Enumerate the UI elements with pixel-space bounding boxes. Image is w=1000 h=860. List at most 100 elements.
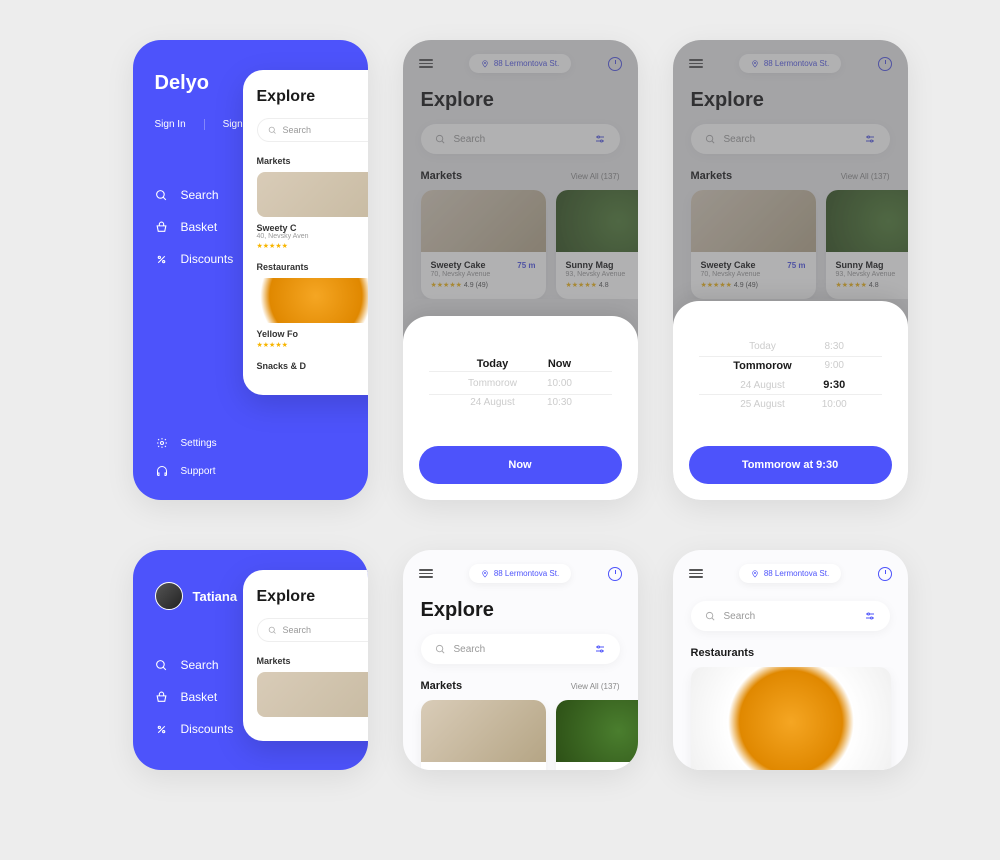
confirm-time-button[interactable]: Tommorow at 9:30 [689,446,892,484]
search-input[interactable]: Search [691,601,890,631]
pin-icon [751,60,759,68]
location-pill[interactable]: 88 Lermontova St. [739,564,841,583]
picker-time-option[interactable]: 10:00 [822,399,847,410]
view-all-link[interactable]: View All (137) [571,172,620,181]
discount-icon [155,722,169,736]
market-image [556,190,638,252]
search-input[interactable]: Search [421,124,620,154]
search-input[interactable]: Search [691,124,890,154]
search-icon [435,644,446,655]
time-picker[interactable]: Today Tommorow 24 August 25 August 8:30 … [689,323,892,428]
peek-search[interactable]: Search [257,618,368,642]
picker-day-option[interactable]: 25 August [733,399,791,410]
confirm-time-button[interactable]: Now [419,446,622,484]
section-markets: Markets [421,170,463,182]
restaurant-card[interactable]: Yellow Food25 m 57, Nevsky Avenue [691,667,891,770]
filter-icon[interactable] [594,643,606,655]
picker-time-option[interactable]: 9:00 [822,360,847,371]
page-title: Explore [673,87,908,124]
signin-link[interactable]: Sign In [155,119,186,130]
market-card[interactable]: Sweety Cake75 m [421,700,546,770]
filter-icon[interactable] [594,133,606,145]
market-card[interactable]: Sunny Mag 93, Nevsky Avenue ★★★★★4.8 [826,190,908,299]
nav-support[interactable]: Support [155,464,346,478]
restaurant-image [691,667,891,770]
market-card[interactable]: Sunny Mag [556,700,638,770]
rating-stars: ★★★★★4.9 (49) [431,281,536,289]
picker-day-option[interactable]: Today [733,341,791,352]
picker-time-option[interactable]: 9:30 [822,379,847,391]
restaurant-thumb [257,278,368,323]
clock-icon[interactable] [878,57,892,71]
clock-icon[interactable] [608,567,622,581]
picker-time-option[interactable]: Now [547,358,572,370]
location-pill[interactable]: 88 Lermontova St. [469,54,571,73]
section-restaurants: Restaurants [691,647,755,659]
page-title: Explore [403,87,638,124]
rating-stars: ★★★★★4.8 [836,281,908,289]
pin-icon [481,60,489,68]
view-all-link[interactable]: View All (137) [841,172,890,181]
pin-icon [481,570,489,578]
picker-day-option[interactable]: Today [468,358,517,370]
screen-sidebar-signedin: Tatiana Search Basket Discounts [133,550,368,770]
search-icon [155,188,169,202]
search-icon [435,134,446,145]
rating-stars: ★★★★★ [257,341,368,349]
section-markets: Markets [691,170,733,182]
menu-icon[interactable] [419,59,433,68]
menu-icon[interactable] [419,569,433,578]
support-icon [155,464,169,478]
market-card[interactable]: Sweety Cake75 m 70, Nevsky Avenue ★★★★★4… [421,190,546,299]
rating-stars: ★★★★★4.9 (49) [701,281,806,289]
screen-explore: 88 Lermontova St. Explore Search Markets… [403,550,638,770]
view-all-link[interactable]: View All (137) [571,682,620,691]
nav-settings[interactable]: Settings [155,436,346,450]
menu-icon[interactable] [689,59,703,68]
rating-stars: ★★★★★4.8 [566,281,638,289]
search-icon [705,611,716,622]
picker-day-option[interactable]: Tommorow [468,378,517,389]
picker-time-option[interactable]: 10:00 [547,378,572,389]
picker-day-option[interactable]: 24 August [733,380,791,391]
market-thumb [257,672,368,717]
rating-stars: ★★★★★ [257,242,368,250]
pin-icon [751,570,759,578]
time-picker-sheet: Today Tommorow 24 August 25 August 8:30 … [673,301,908,500]
avatar [155,582,183,610]
picker-day-option[interactable]: Tommorow [733,360,791,372]
picker-day-option[interactable]: 24 August [468,397,517,408]
clock-icon[interactable] [608,57,622,71]
clock-icon[interactable] [878,567,892,581]
picker-time-option[interactable]: 8:30 [822,341,847,352]
market-image [826,190,908,252]
time-picker[interactable]: Today Tommorow 24 August Now 10:00 10:30 [419,338,622,428]
picker-time-option[interactable]: 10:30 [547,397,572,408]
search-icon [705,134,716,145]
market-image [556,700,638,762]
market-image [421,190,546,252]
market-thumb [257,172,368,217]
search-input[interactable]: Search [421,634,620,664]
time-picker-sheet: Today Tommorow 24 August Now 10:00 10:30… [403,316,638,500]
screen-explore-picker-now: 88 Lermontova St. Explore Search Markets… [403,40,638,500]
search-icon [155,658,169,672]
screen-sidebar-signedout: Delyo Sign In Sign Up Search Basket [133,40,368,500]
location-pill[interactable]: 88 Lermontova St. [469,564,571,583]
filter-icon[interactable] [864,133,876,145]
market-card[interactable]: Sunny Mag 93, Nevsky Avenue ★★★★★4.8 [556,190,638,299]
location-pill[interactable]: 88 Lermontova St. [739,54,841,73]
screen-explore-picker-tomorrow: 88 Lermontova St. Explore Search Markets… [673,40,908,500]
peek-content-card: Explore Search Markets [243,570,368,741]
screen-restaurants: 88 Lermontova St. Search Restaurants Yel… [673,550,908,770]
page-title: Explore [403,597,638,634]
market-card[interactable]: Sweety Cake75 m 70, Nevsky Avenue ★★★★★4… [691,190,816,299]
basket-icon [155,690,169,704]
market-image [421,700,546,762]
market-image [691,190,816,252]
peek-search[interactable]: Search [257,118,368,142]
filter-icon[interactable] [864,610,876,622]
menu-icon[interactable] [689,569,703,578]
peek-content-card: Explore Search Markets Sweety C 40, Nevs… [243,70,368,395]
section-markets: Markets [421,680,463,692]
